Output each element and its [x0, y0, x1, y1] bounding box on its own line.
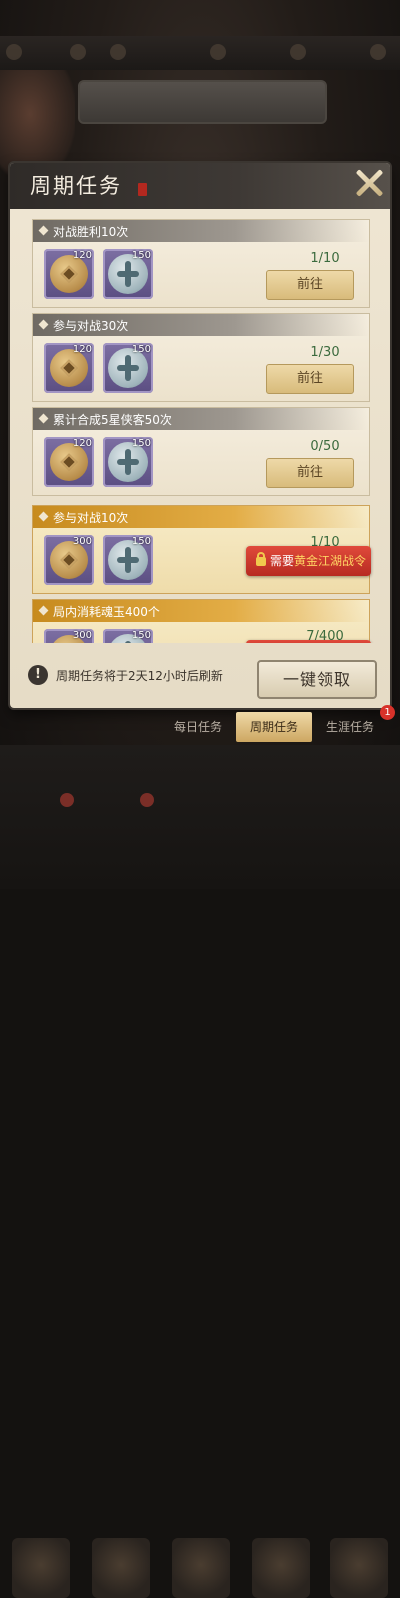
lock-pass-name: 黄金江湖战令 [294, 554, 367, 568]
task-header: 参与对战10次 [33, 506, 369, 528]
diamond-icon [38, 413, 49, 424]
go-button[interactable]: 前往 [266, 458, 354, 488]
reward-quantity: 300 [72, 630, 92, 641]
background-icon [110, 44, 126, 60]
reward-item[interactable]: 150 [103, 343, 153, 393]
background-icon [70, 44, 86, 60]
reward-quantity: 120 [72, 344, 92, 355]
diamond-icon [38, 605, 49, 616]
background-icon [210, 44, 226, 60]
task-name: 参与对战30次 [53, 319, 129, 333]
diamond-icon [38, 319, 49, 330]
claim-all-button[interactable]: 一键领取 [257, 660, 377, 699]
reward-quantity: 150 [131, 536, 151, 547]
task-name: 累计合成5星侠客50次 [53, 413, 172, 427]
task-name: 对战胜利10次 [53, 225, 129, 239]
task-progress: 1/10 [310, 251, 340, 266]
reward-item[interactable]: 150 [103, 249, 153, 299]
refresh-info-text: 周期任务将于2天12小时后刷新 [56, 669, 223, 683]
task-card: 累计合成5星侠客50次 120 150 0/50 前往 [32, 407, 370, 496]
background-nav-slot [330, 1538, 388, 1598]
dialog-title: 周期任务 [30, 174, 122, 198]
task-header: 局内消耗魂玉400个 [33, 600, 369, 622]
background-icon [290, 44, 306, 60]
go-button[interactable]: 前往 [266, 270, 354, 300]
lock-prefix: 需要 [270, 554, 295, 568]
task-header: 累计合成5星侠客50次 [33, 408, 369, 430]
go-button[interactable]: 前往 [266, 364, 354, 394]
background-nav-slot [252, 1538, 310, 1598]
task-progress: 1/30 [310, 345, 340, 360]
background-nav-slot [12, 1538, 70, 1598]
task-header: 对战胜利10次 [33, 220, 369, 242]
info-icon: ! [28, 665, 48, 685]
task-tabs: 每日任务 周期任务 生涯任务 [160, 712, 392, 742]
reward-quantity: 150 [131, 250, 151, 261]
seal-icon [138, 183, 147, 196]
background-notification-dot [140, 793, 154, 807]
task-progress: 0/50 [310, 439, 340, 454]
reward-quantity: 150 [131, 344, 151, 355]
periodic-tasks-dialog: 周期任务 对战胜利10次 120 150 1/10 前往 参与对战30次 120… [10, 163, 390, 708]
task-card: 对战胜利10次 120 150 1/10 前往 [32, 219, 370, 308]
background-nav-slot [172, 1538, 230, 1598]
reward-quantity: 120 [72, 250, 92, 261]
reward-quantity: 120 [72, 438, 92, 449]
reward-item[interactable]: 150 [103, 535, 153, 585]
locked-requirement-badge[interactable]: 需要黄金江湖战令 [246, 546, 371, 576]
background-banner [78, 80, 327, 124]
task-header: 参与对战30次 [33, 314, 369, 336]
dialog-header: 周期任务 [10, 163, 390, 209]
task-name: 参与对战10次 [53, 511, 129, 525]
locked-requirement-badge[interactable] [246, 640, 371, 643]
reward-quantity: 300 [72, 536, 92, 547]
task-name: 局内消耗魂玉400个 [53, 605, 160, 619]
background-top-bar [0, 36, 400, 70]
tab-periodic-tasks[interactable]: 周期任务 [236, 712, 312, 742]
diamond-icon [38, 511, 49, 522]
task-card: 局内消耗魂玉400个 300 150 7/400 [32, 599, 371, 643]
reward-item[interactable]: 150 [103, 437, 153, 487]
task-card: 参与对战10次 300 150 1/10 需要黄金江湖战令 [32, 505, 371, 594]
reward-quantity: 150 [131, 438, 151, 449]
task-card: 参与对战30次 120 150 1/30 前往 [32, 313, 370, 402]
reward-item[interactable]: 120 [44, 249, 94, 299]
background-nav-slot [92, 1538, 150, 1598]
tab-career-tasks[interactable]: 生涯任务 [312, 712, 388, 742]
tab-daily-tasks[interactable]: 每日任务 [160, 712, 236, 742]
reward-item[interactable]: 300 [44, 535, 94, 585]
lock-icon [256, 552, 266, 566]
reward-item[interactable]: 120 [44, 343, 94, 393]
background-icon [370, 44, 386, 60]
background-bottom-area [0, 745, 400, 1598]
close-button[interactable] [354, 168, 384, 198]
reward-item[interactable]: 150 [103, 629, 153, 643]
reward-item[interactable]: 300 [44, 629, 94, 643]
background-close-icon [6, 44, 22, 60]
task-list[interactable]: 对战胜利10次 120 150 1/10 前往 参与对战30次 120 150 … [24, 215, 376, 643]
notification-badge: 1 [380, 705, 395, 720]
reward-item[interactable]: 120 [44, 437, 94, 487]
reward-quantity: 150 [131, 630, 151, 641]
diamond-icon [38, 225, 49, 236]
background-notification-dot [60, 793, 74, 807]
